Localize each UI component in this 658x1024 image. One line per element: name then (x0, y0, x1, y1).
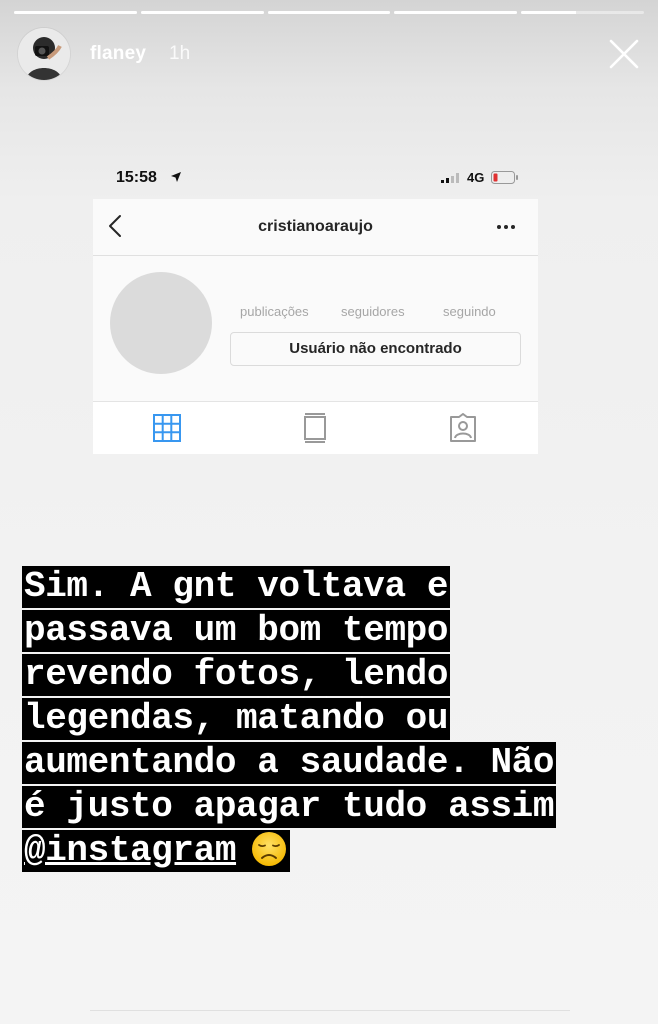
caption-line: revendo fotos, lendo (22, 654, 451, 696)
caption-mention-line: @instagram (22, 830, 291, 872)
progress-segment (394, 11, 518, 14)
status-bar: 15:58 4G (93, 155, 538, 199)
more-dots-icon (497, 225, 515, 229)
tagged-person-icon (450, 413, 476, 442)
feed-icon (304, 413, 326, 443)
stat-following: seguindo (443, 304, 496, 319)
avatar[interactable] (18, 28, 70, 80)
caption-line: aumentando a saudade. Não (22, 742, 557, 784)
profile-username: cristianoaraujo (258, 218, 373, 235)
more-options-button[interactable] (494, 217, 518, 237)
bottom-divider (90, 1010, 570, 1011)
user-not-found-button[interactable]: Usuário não encontrado (230, 332, 521, 366)
profile-screenshot: 15:58 4G cristianoaraujo publicações seg… (93, 155, 538, 455)
tab-feed[interactable] (299, 412, 331, 444)
caption-line: legendas, matando ou (22, 698, 451, 740)
story-username[interactable]: flaney (90, 43, 146, 65)
caption-line: é justo apagar tudo assim (22, 786, 557, 828)
battery-icon (491, 171, 518, 184)
stat-posts: publicações (240, 304, 309, 319)
caption-line: passava um bom tempo (22, 610, 451, 652)
tab-grid[interactable] (151, 412, 183, 444)
progress-segment (14, 11, 137, 14)
caption-line: Sim. A gnt voltava e (22, 566, 451, 608)
story-caption: Sim. A gnt voltava e passava um bom temp… (22, 566, 622, 874)
profile-tabs (93, 401, 538, 454)
grid-icon (153, 414, 181, 442)
story-time: 1h (169, 43, 191, 64)
profile-nav-bar: cristianoaraujo (93, 199, 538, 256)
signal-icon (441, 173, 459, 183)
tab-tagged[interactable] (447, 412, 479, 444)
story-progress (14, 11, 644, 15)
user-photo-avatar-icon (18, 28, 70, 80)
location-arrow-icon (171, 172, 181, 182)
stat-followers: seguidores (341, 304, 405, 319)
progress-segment (140, 11, 264, 14)
profile-avatar-placeholder (110, 272, 212, 374)
close-button[interactable] (608, 38, 640, 70)
profile-header: publicações seguidores seguindo Usuário … (93, 256, 538, 401)
progress-segment (267, 11, 391, 14)
progress-segment (521, 11, 644, 14)
network-type: 4G (467, 170, 485, 185)
story-header: flaney 1h (18, 28, 640, 82)
status-time: 15:58 (116, 169, 157, 186)
mention-link[interactable]: @instagram (24, 830, 236, 871)
disappointed-face-icon (252, 832, 287, 866)
caption-line: @instagram (22, 830, 622, 874)
close-icon (609, 39, 639, 69)
